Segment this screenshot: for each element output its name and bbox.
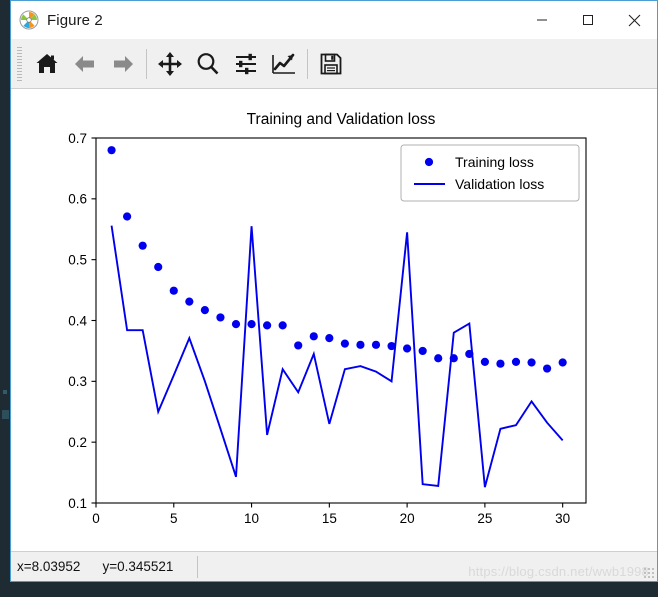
x-tick-label: 25 [477, 511, 492, 526]
x-tick-label: 5 [170, 511, 178, 526]
training-loss-point [403, 344, 412, 353]
background-artifact [3, 390, 7, 394]
training-loss-point [434, 354, 443, 363]
watermark-text: https://blog.csdn.net/wwb1998 [468, 564, 649, 579]
training-loss-point [200, 306, 209, 315]
training-loss-point [387, 341, 396, 351]
status-bar: x=8.03952 y=0.345521 https://blog.csdn.n… [11, 551, 657, 581]
training-loss-point [325, 334, 334, 343]
figure-window: Figure 2 Training and Validation loss 0.… [10, 0, 658, 582]
close-button[interactable] [611, 1, 657, 39]
training-loss-point [247, 320, 256, 329]
toolbar-separator [146, 48, 147, 79]
training-loss-point [185, 297, 194, 306]
figure-canvas[interactable]: Training and Validation loss 0.1 0.2 0.3 0.4… [11, 89, 657, 551]
training-loss-point [480, 357, 489, 366]
legend-marker-training-loss [424, 157, 434, 167]
y-tick-label: 0.3 [68, 374, 87, 389]
x-tick-label: 10 [244, 511, 259, 526]
minimize-button[interactable] [519, 1, 565, 39]
training-loss-point [340, 339, 349, 348]
y-tick-label: 0.6 [68, 192, 87, 207]
training-loss-point [356, 340, 365, 349]
training-loss-point [449, 354, 458, 363]
training-loss-point [123, 212, 132, 221]
training-loss-point [294, 341, 303, 350]
status-separator [197, 555, 199, 578]
y-tick-label: 0.4 [68, 313, 87, 328]
y-tick-label: 0.2 [68, 435, 87, 450]
legend-label-training-loss: Training loss [455, 154, 534, 170]
x-tick-label: 15 [322, 511, 337, 526]
home-icon[interactable] [28, 44, 66, 84]
navigation-toolbar [11, 39, 657, 89]
x-tick-label: 0 [92, 511, 100, 526]
training-loss-point [496, 359, 505, 368]
training-loss-point [511, 357, 521, 366]
training-loss-point [154, 262, 163, 272]
y-tick-label: 0.1 [68, 496, 87, 511]
cursor-x-readout: x=8.03952 [17, 559, 81, 574]
window-titlebar[interactable]: Figure 2 [11, 1, 657, 39]
toolbar-separator [307, 48, 308, 79]
zoom-magnifier-icon[interactable] [189, 44, 227, 84]
training-loss-point [527, 358, 536, 367]
training-loss-point [216, 313, 225, 322]
x-tick-label: 20 [400, 511, 415, 526]
training-loss-point [418, 346, 427, 356]
chart-title: Training and Validation loss [247, 111, 436, 128]
pan-move-icon[interactable] [151, 44, 189, 84]
training-loss-point [558, 358, 567, 367]
toolbar-grip[interactable] [17, 46, 22, 81]
training-loss-point [138, 241, 147, 250]
subplot-sliders-icon[interactable] [227, 44, 265, 84]
chart-legend[interactable]: Training loss Validation loss [400, 144, 580, 202]
training-loss-point [309, 332, 318, 341]
window-controls [519, 1, 657, 39]
training-loss-point [465, 349, 474, 359]
legend-label-validation-loss: Validation loss [455, 176, 544, 192]
resize-grip[interactable] [643, 567, 655, 579]
training-loss-point [278, 321, 287, 330]
training-loss-point [263, 321, 272, 330]
matplotlib-axes[interactable]: Training and Validation loss 0.1 0.2 0.3 0.4… [11, 89, 657, 551]
matplotlib-logo-icon [19, 10, 39, 30]
forward-arrow-icon[interactable] [104, 44, 142, 84]
cursor-y-readout: y=0.345521 [102, 559, 174, 574]
background-artifact [2, 410, 9, 419]
window-title: Figure 2 [47, 11, 103, 29]
edit-curve-icon[interactable] [265, 44, 303, 84]
y-tick-label: 0.5 [68, 252, 87, 267]
training-loss-point [107, 146, 116, 155]
maximize-button[interactable] [565, 1, 611, 39]
training-loss-point [543, 364, 552, 373]
training-loss-point [371, 340, 381, 349]
save-floppy-icon[interactable] [312, 44, 350, 84]
y-tick-label: 0.7 [68, 131, 87, 146]
x-tick-label: 30 [555, 511, 570, 526]
training-loss-point [231, 320, 241, 329]
screen: Figure 2 Training and Validation loss 0.… [0, 0, 658, 597]
training-loss-point [169, 286, 178, 295]
back-arrow-icon[interactable] [66, 44, 104, 84]
